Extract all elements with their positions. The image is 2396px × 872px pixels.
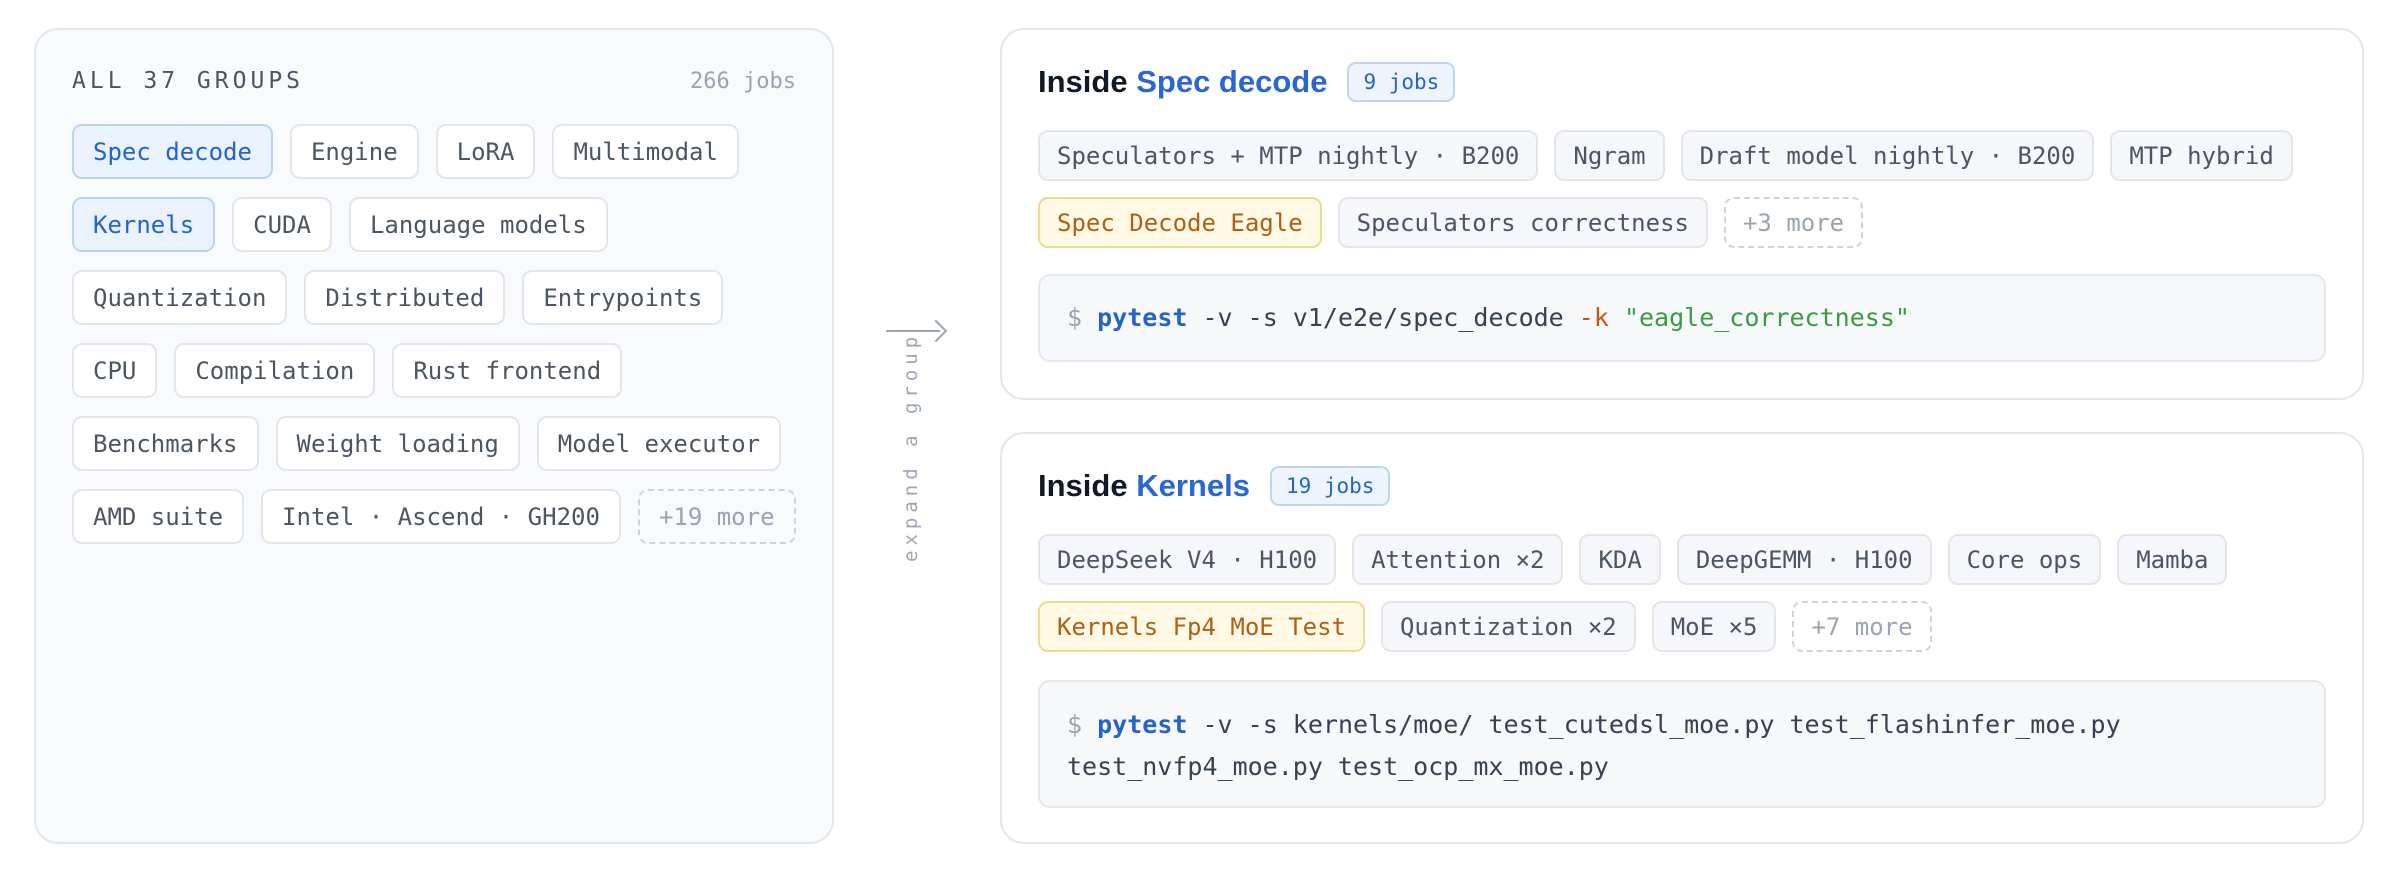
command-binary: pytest	[1097, 303, 1188, 332]
group-chip[interactable]: Kernels	[72, 197, 216, 252]
card-title-prefix: Inside	[1038, 64, 1128, 99]
job-chip[interactable]: DeepSeek V4 · H100	[1038, 534, 1337, 585]
job-chip[interactable]: DeepGEMM · H100	[1676, 534, 1932, 585]
overview-header: ALL 37 GROUPS 266 jobs	[72, 68, 796, 94]
group-chip[interactable]: AMD suite	[72, 489, 245, 544]
shell-prompt: $	[1067, 710, 1083, 739]
overview-job-count: 266 jobs	[690, 69, 796, 94]
card-title-prefix: Inside	[1038, 468, 1128, 503]
job-chip[interactable]: KDA	[1579, 534, 1661, 585]
command-flag: -k	[1578, 303, 1609, 332]
group-chip[interactable]: CPU	[72, 343, 158, 398]
group-chip[interactable]: Entrypoints	[522, 270, 724, 325]
group-chip[interactable]: LoRA	[435, 124, 536, 179]
command-block[interactable]: $ pytest -v -s kernels/moe/ test_cutedsl…	[1038, 680, 2326, 808]
jobs-count-badge: 19 jobs	[1269, 466, 1391, 506]
job-chip[interactable]: Draft model nightly · B200	[1680, 130, 2095, 181]
job-chip[interactable]: Ngram	[1554, 130, 1665, 181]
group-chip[interactable]: Intel · Ascend · GH200	[261, 489, 621, 544]
job-chip-list: DeepSeek V4 · H100 Attention ×2 KDA Deep…	[1038, 534, 2332, 652]
command-string: "eagle_correctness"	[1608, 303, 1910, 332]
expand-connector: expand a group	[884, 314, 950, 574]
shell-prompt: $	[1067, 303, 1083, 332]
job-chip[interactable]: Spec Decode Eagle	[1038, 197, 1322, 248]
job-chip-list: Speculators + MTP nightly · B200 Ngram D…	[1038, 130, 2332, 248]
jobs-count-badge: 9 jobs	[1347, 62, 1456, 102]
group-chip[interactable]: Distributed	[304, 270, 506, 325]
job-chip[interactable]: Quantization ×2	[1380, 601, 1636, 652]
job-chip[interactable]: Attention ×2	[1352, 534, 1564, 585]
group-chip[interactable]: Engine	[289, 124, 419, 179]
group-chip[interactable]: Model executor	[536, 416, 782, 471]
job-chip[interactable]: Speculators correctness	[1337, 197, 1708, 248]
card-title: Inside Kernels 19 jobs	[1038, 466, 1391, 506]
command-args: -v -s kernels/moe/ test_cutedsl_moe.py t…	[1187, 710, 2121, 739]
card-group-name: Spec decode	[1136, 64, 1328, 99]
job-chip[interactable]: MoE ×5	[1651, 601, 1777, 652]
command-line-2: test_nvfp4_moe.py test_ocp_mx_moe.py	[1067, 752, 1609, 781]
job-chip[interactable]: Core ops	[1947, 534, 2102, 585]
more-jobs-chip[interactable]: +3 more	[1723, 197, 1864, 248]
job-chip[interactable]: Kernels Fp4 MoE Test	[1038, 601, 1365, 652]
connector-label: expand a group	[900, 331, 922, 562]
more-jobs-chip[interactable]: +7 more	[1792, 601, 1932, 652]
more-groups-chip[interactable]: +19 more	[637, 489, 796, 544]
group-chip[interactable]: Benchmarks	[72, 416, 259, 471]
group-chip[interactable]: Quantization	[72, 270, 288, 325]
group-chip[interactable]: CUDA	[232, 197, 332, 252]
group-chip[interactable]: Weight loading	[275, 416, 520, 471]
group-chip[interactable]: Multimodal	[552, 124, 739, 179]
command-args: -v -s v1/e2e/spec_decode	[1187, 303, 1579, 332]
groups-overview-panel: ALL 37 GROUPS 266 jobs Spec decode Engin…	[34, 28, 834, 844]
job-chip[interactable]: Speculators + MTP nightly · B200	[1038, 130, 1539, 181]
group-chip[interactable]: Spec decode	[72, 124, 273, 179]
command-binary: pytest	[1097, 710, 1188, 739]
group-chip[interactable]: Language models	[348, 197, 608, 252]
spec-decode-card: Inside Spec decode 9 jobs Speculators + …	[1000, 28, 2364, 400]
group-chip[interactable]: Compilation	[174, 343, 376, 398]
card-group-name: Kernels	[1136, 468, 1250, 503]
arrow-head-icon	[924, 319, 948, 343]
group-chip[interactable]: Rust frontend	[392, 343, 623, 398]
overview-title: ALL 37 GROUPS	[72, 68, 305, 94]
job-chip[interactable]: Mamba	[2117, 534, 2228, 585]
job-chip[interactable]: MTP hybrid	[2110, 130, 2293, 181]
kernels-card: Inside Kernels 19 jobs DeepSeek V4 · H10…	[1000, 432, 2364, 844]
group-chip-list: Spec decode Engine LoRA Multimodal Kerne…	[72, 124, 802, 544]
card-title: Inside Spec decode 9 jobs	[1038, 62, 1456, 102]
command-block[interactable]: $ pytest -v -s v1/e2e/spec_decode -k "ea…	[1038, 274, 2326, 362]
